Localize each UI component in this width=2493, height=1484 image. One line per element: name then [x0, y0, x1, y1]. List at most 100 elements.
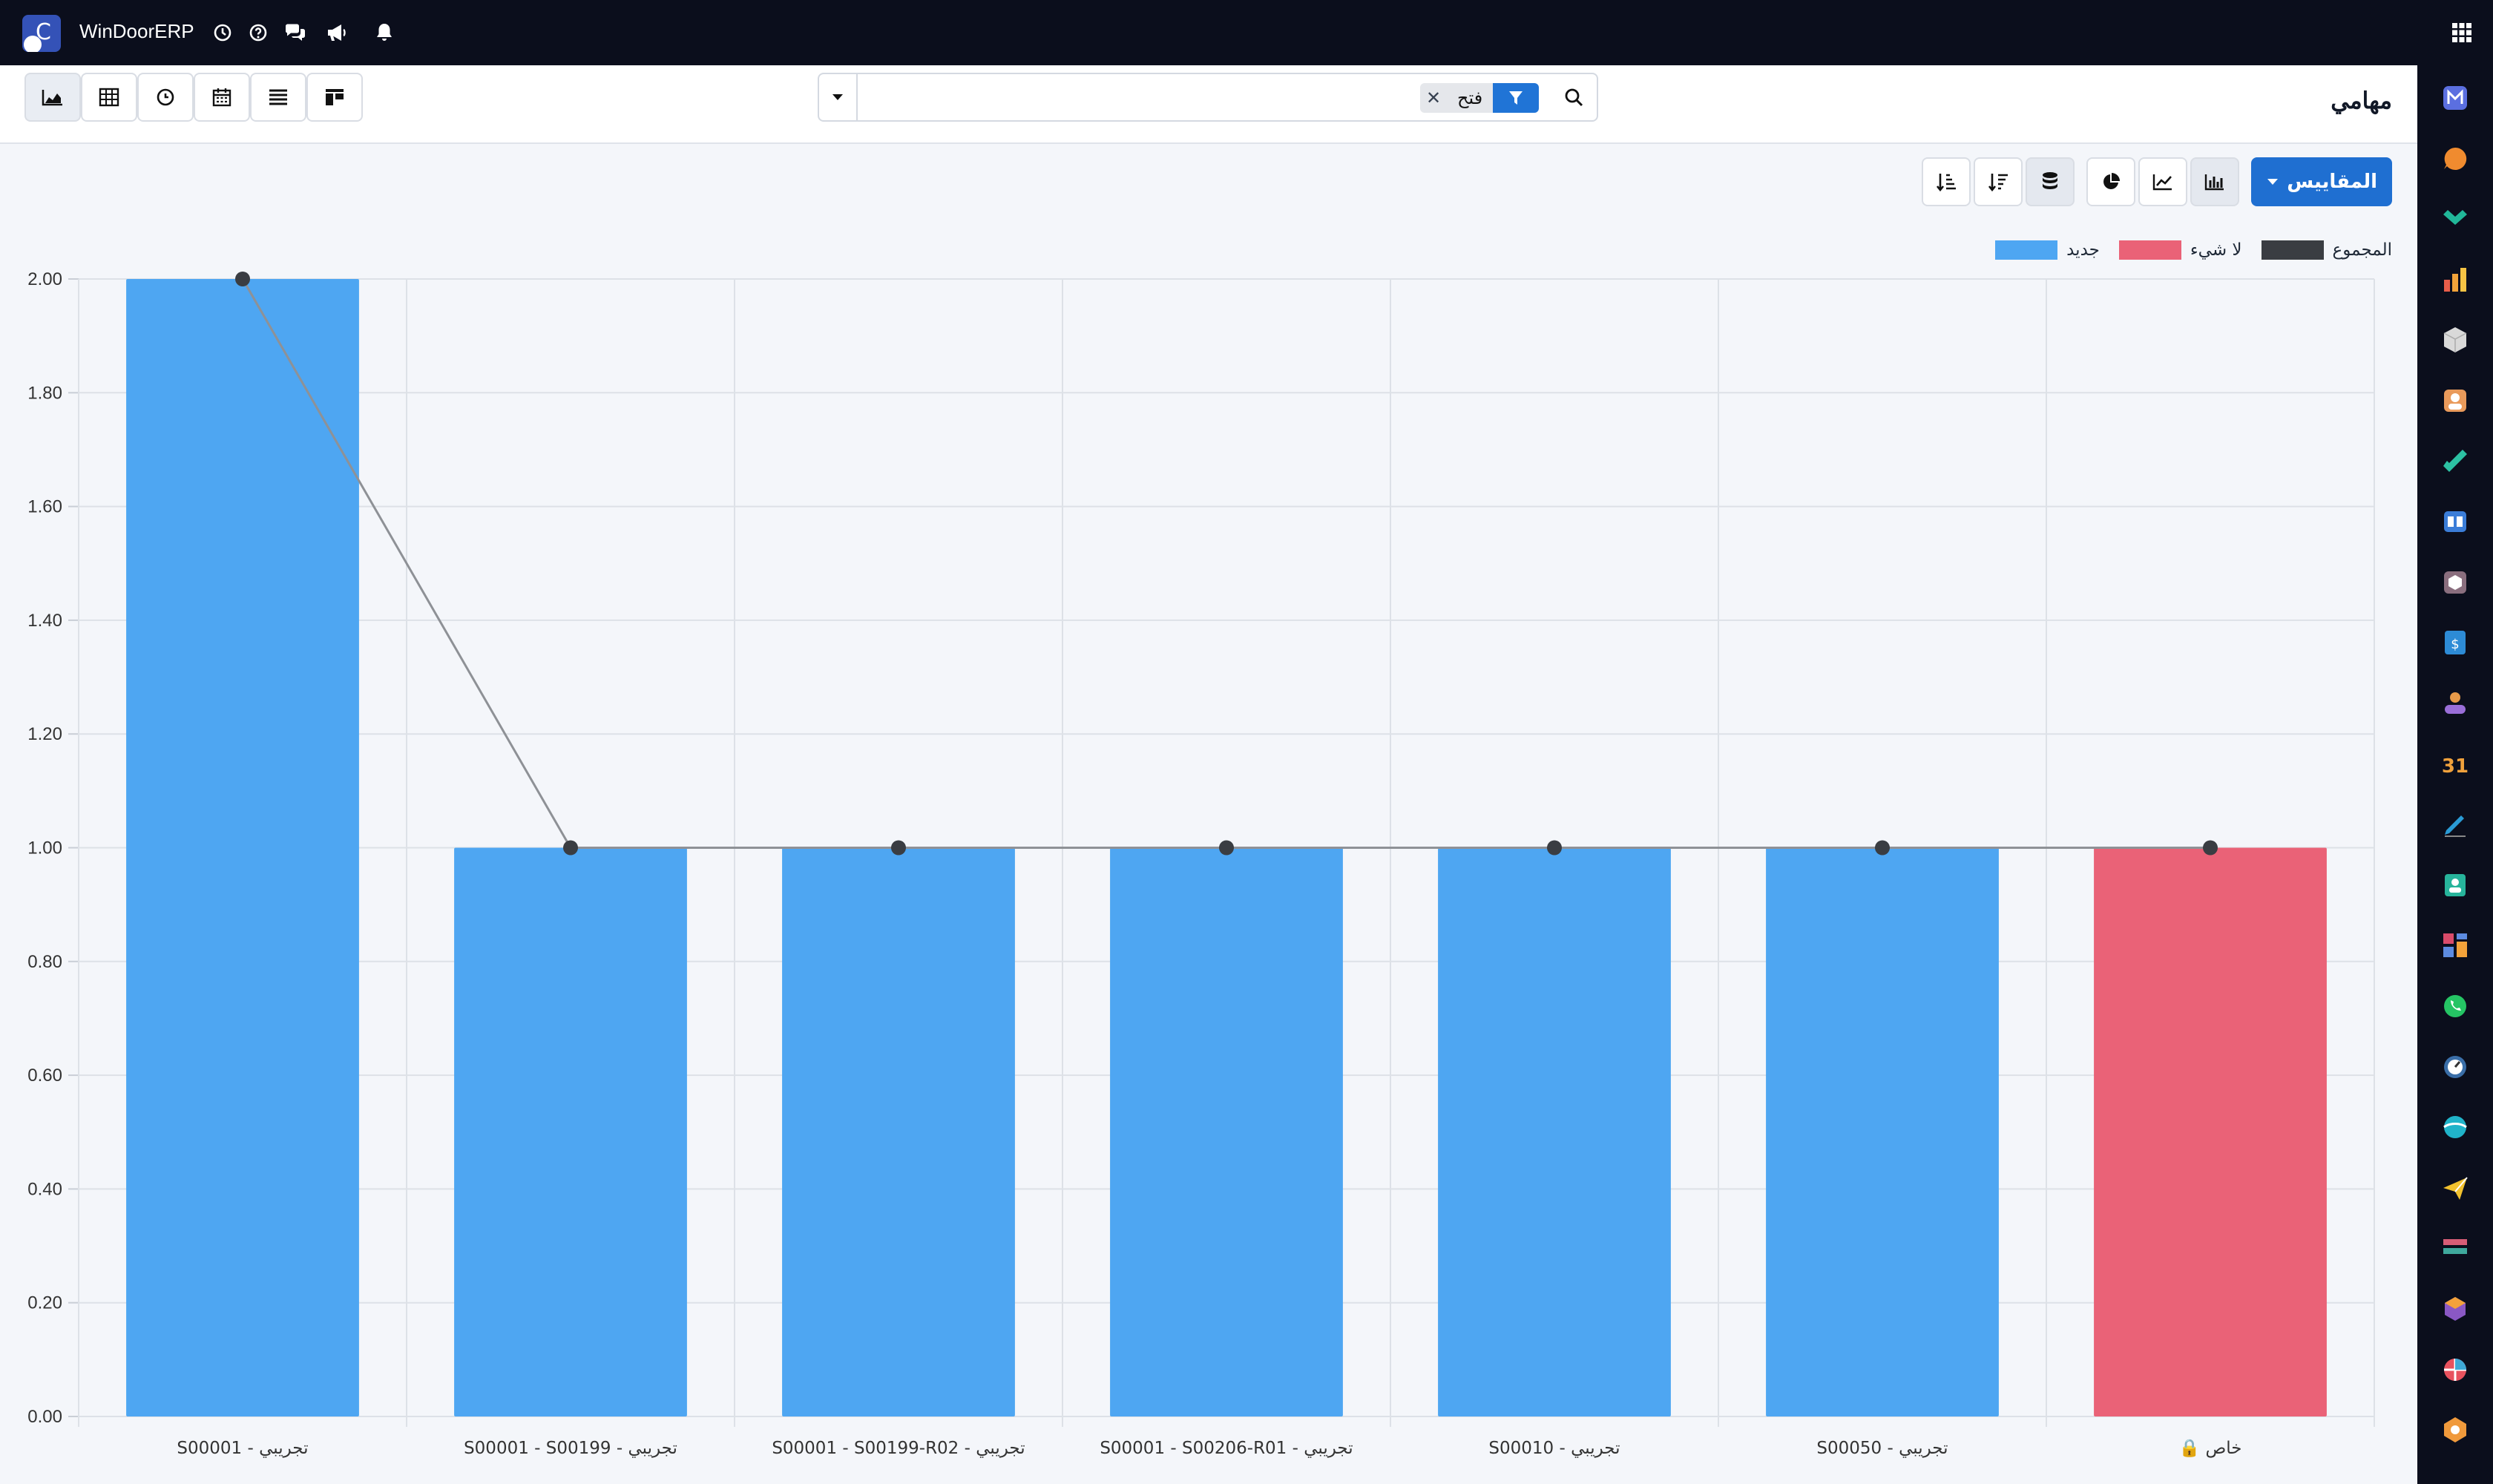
x-tick-label: 🔒 خاص: [2179, 1439, 2242, 1458]
line-chart-icon: [2153, 174, 2172, 191]
discuss-icon[interactable]: [2439, 142, 2471, 175]
bell-icon[interactable]: [368, 16, 401, 49]
product-icon[interactable]: [2439, 566, 2471, 599]
app-name[interactable]: WinDoorERP: [79, 16, 194, 46]
total-point: [563, 840, 578, 856]
y-tick-label: 1.80: [27, 383, 62, 403]
apps-dashboard-icon[interactable]: [2439, 929, 2471, 962]
website-icon[interactable]: [2439, 1111, 2471, 1143]
x-tick-label: S00001 - S00206-R01 - تجريبي: [1100, 1439, 1353, 1458]
bar: [782, 847, 1015, 1416]
view-switcher: [24, 73, 363, 122]
directory-icon[interactable]: [2439, 869, 2471, 902]
facet-remove-button[interactable]: ✕: [1420, 83, 1447, 113]
graph-view-button[interactable]: [24, 73, 81, 122]
invoicing-icon[interactable]: $: [2439, 626, 2471, 659]
search-button[interactable]: [1558, 82, 1589, 113]
search-icon: [1565, 88, 1583, 107]
clock-icon[interactable]: [206, 16, 239, 49]
sales-icon[interactable]: [2439, 203, 2471, 235]
search-input[interactable]: [871, 82, 1484, 113]
list-icon: [269, 89, 287, 105]
activity-view-button[interactable]: [137, 73, 194, 122]
page-title: مهامي: [2331, 88, 2392, 114]
megaphone-icon[interactable]: [321, 16, 353, 49]
knowledge-icon[interactable]: [2439, 505, 2471, 538]
caret-down-icon: [2267, 179, 2279, 185]
sort-descending-icon: [1988, 174, 2008, 191]
reporting-icon[interactable]: [2439, 1353, 2471, 1386]
settings-icon[interactable]: [2439, 1414, 2471, 1446]
y-tick-label: 0.80: [27, 952, 62, 972]
graph-toolbar: المقاييس: [1922, 157, 2392, 206]
sign-icon[interactable]: [2439, 808, 2471, 841]
sort-descending-button[interactable]: [1974, 157, 2023, 206]
total-point: [1219, 840, 1234, 856]
total-point: [2203, 840, 2218, 856]
y-tick-label: 1.00: [27, 838, 62, 858]
x-tick-label: S00001 - S00199-R02 - تجريبي: [772, 1439, 1025, 1458]
app-sidebar: $31: [2417, 65, 2493, 1484]
total-point: [235, 272, 250, 286]
control-panel: ✕ فتح مهامي: [0, 65, 2417, 144]
total-point: [1875, 840, 1890, 856]
bar: [2094, 847, 2327, 1416]
filter-icon: [1493, 83, 1540, 113]
bar: [1110, 847, 1343, 1416]
pie-chart-button[interactable]: [2086, 157, 2136, 206]
top-navbar: C WinDoorERP: [0, 0, 2493, 65]
search-facet: ✕ فتح: [1420, 83, 1540, 113]
inventory-icon[interactable]: [2439, 324, 2471, 356]
timesheet-icon[interactable]: [2439, 1051, 2471, 1083]
calendar-view-button[interactable]: [194, 73, 250, 122]
employees-icon[interactable]: [2439, 687, 2471, 720]
total-point: [1547, 840, 1562, 856]
bar: [1766, 847, 1999, 1416]
project-icon[interactable]: [2439, 445, 2471, 478]
clock-view-icon: [157, 88, 174, 106]
studio-icon[interactable]: [2439, 1232, 2471, 1264]
grid-icon[interactable]: [2446, 16, 2478, 49]
bar-chart-button[interactable]: [2190, 157, 2240, 206]
total-line: [241, 278, 2210, 849]
sort-amount-icon: [1937, 174, 1957, 191]
contacts-icon[interactable]: [2439, 384, 2471, 417]
list-view-button[interactable]: [250, 73, 306, 122]
calendar-icon[interactable]: 31: [2439, 748, 2471, 781]
search-options-toggle[interactable]: [819, 74, 858, 120]
repair-icon[interactable]: [2439, 1293, 2471, 1325]
dashboard-icon[interactable]: [2439, 263, 2471, 296]
kanban-icon: [326, 89, 344, 105]
measures-dropdown[interactable]: المقاييس: [2251, 157, 2392, 206]
x-tick-label: S00050 - تجريبي: [1816, 1439, 1948, 1458]
help-icon[interactable]: [242, 16, 275, 49]
area-chart-icon: [42, 90, 62, 106]
calendar-icon: [212, 88, 231, 107]
bar: [454, 847, 687, 1416]
bar-chart-icon: [2205, 174, 2224, 191]
svg-text:$: $: [2451, 637, 2459, 652]
table-icon: [99, 88, 119, 107]
total-point: [891, 840, 906, 856]
telegram-icon[interactable]: [2439, 1172, 2471, 1204]
y-tick-label: 1.60: [27, 497, 62, 517]
mail-marketing-icon[interactable]: [2439, 82, 2471, 114]
chat-icon[interactable]: [279, 16, 312, 49]
graph-chart: 0.00 0.20 0.40 0.60 0.80 1.00 1.20 1.40 1.60 1.80…: [27, 269, 2375, 1458]
whatsapp-icon[interactable]: [2439, 990, 2471, 1022]
bar: [1438, 847, 1671, 1416]
y-tick-label: 2.00: [27, 269, 62, 289]
kanban-view-button[interactable]: [306, 73, 363, 122]
y-tick-label: 0.20: [27, 1293, 62, 1313]
x-tick-label: S00001 - S00199 - تجريبي: [464, 1439, 677, 1458]
bar: [126, 279, 359, 1416]
y-tick-label: 0.00: [27, 1407, 62, 1427]
stacked-toggle-button[interactable]: [1922, 157, 1971, 206]
line-chart-button[interactable]: [2138, 157, 2188, 206]
search-bar: ✕ فتح: [818, 73, 1598, 122]
y-tick-label: 0.40: [27, 1179, 62, 1199]
app-logo[interactable]: C: [22, 15, 61, 52]
pivot-view-button[interactable]: [81, 73, 137, 122]
stack-data-button[interactable]: [2026, 157, 2075, 206]
logo-dot-icon: [24, 36, 42, 52]
